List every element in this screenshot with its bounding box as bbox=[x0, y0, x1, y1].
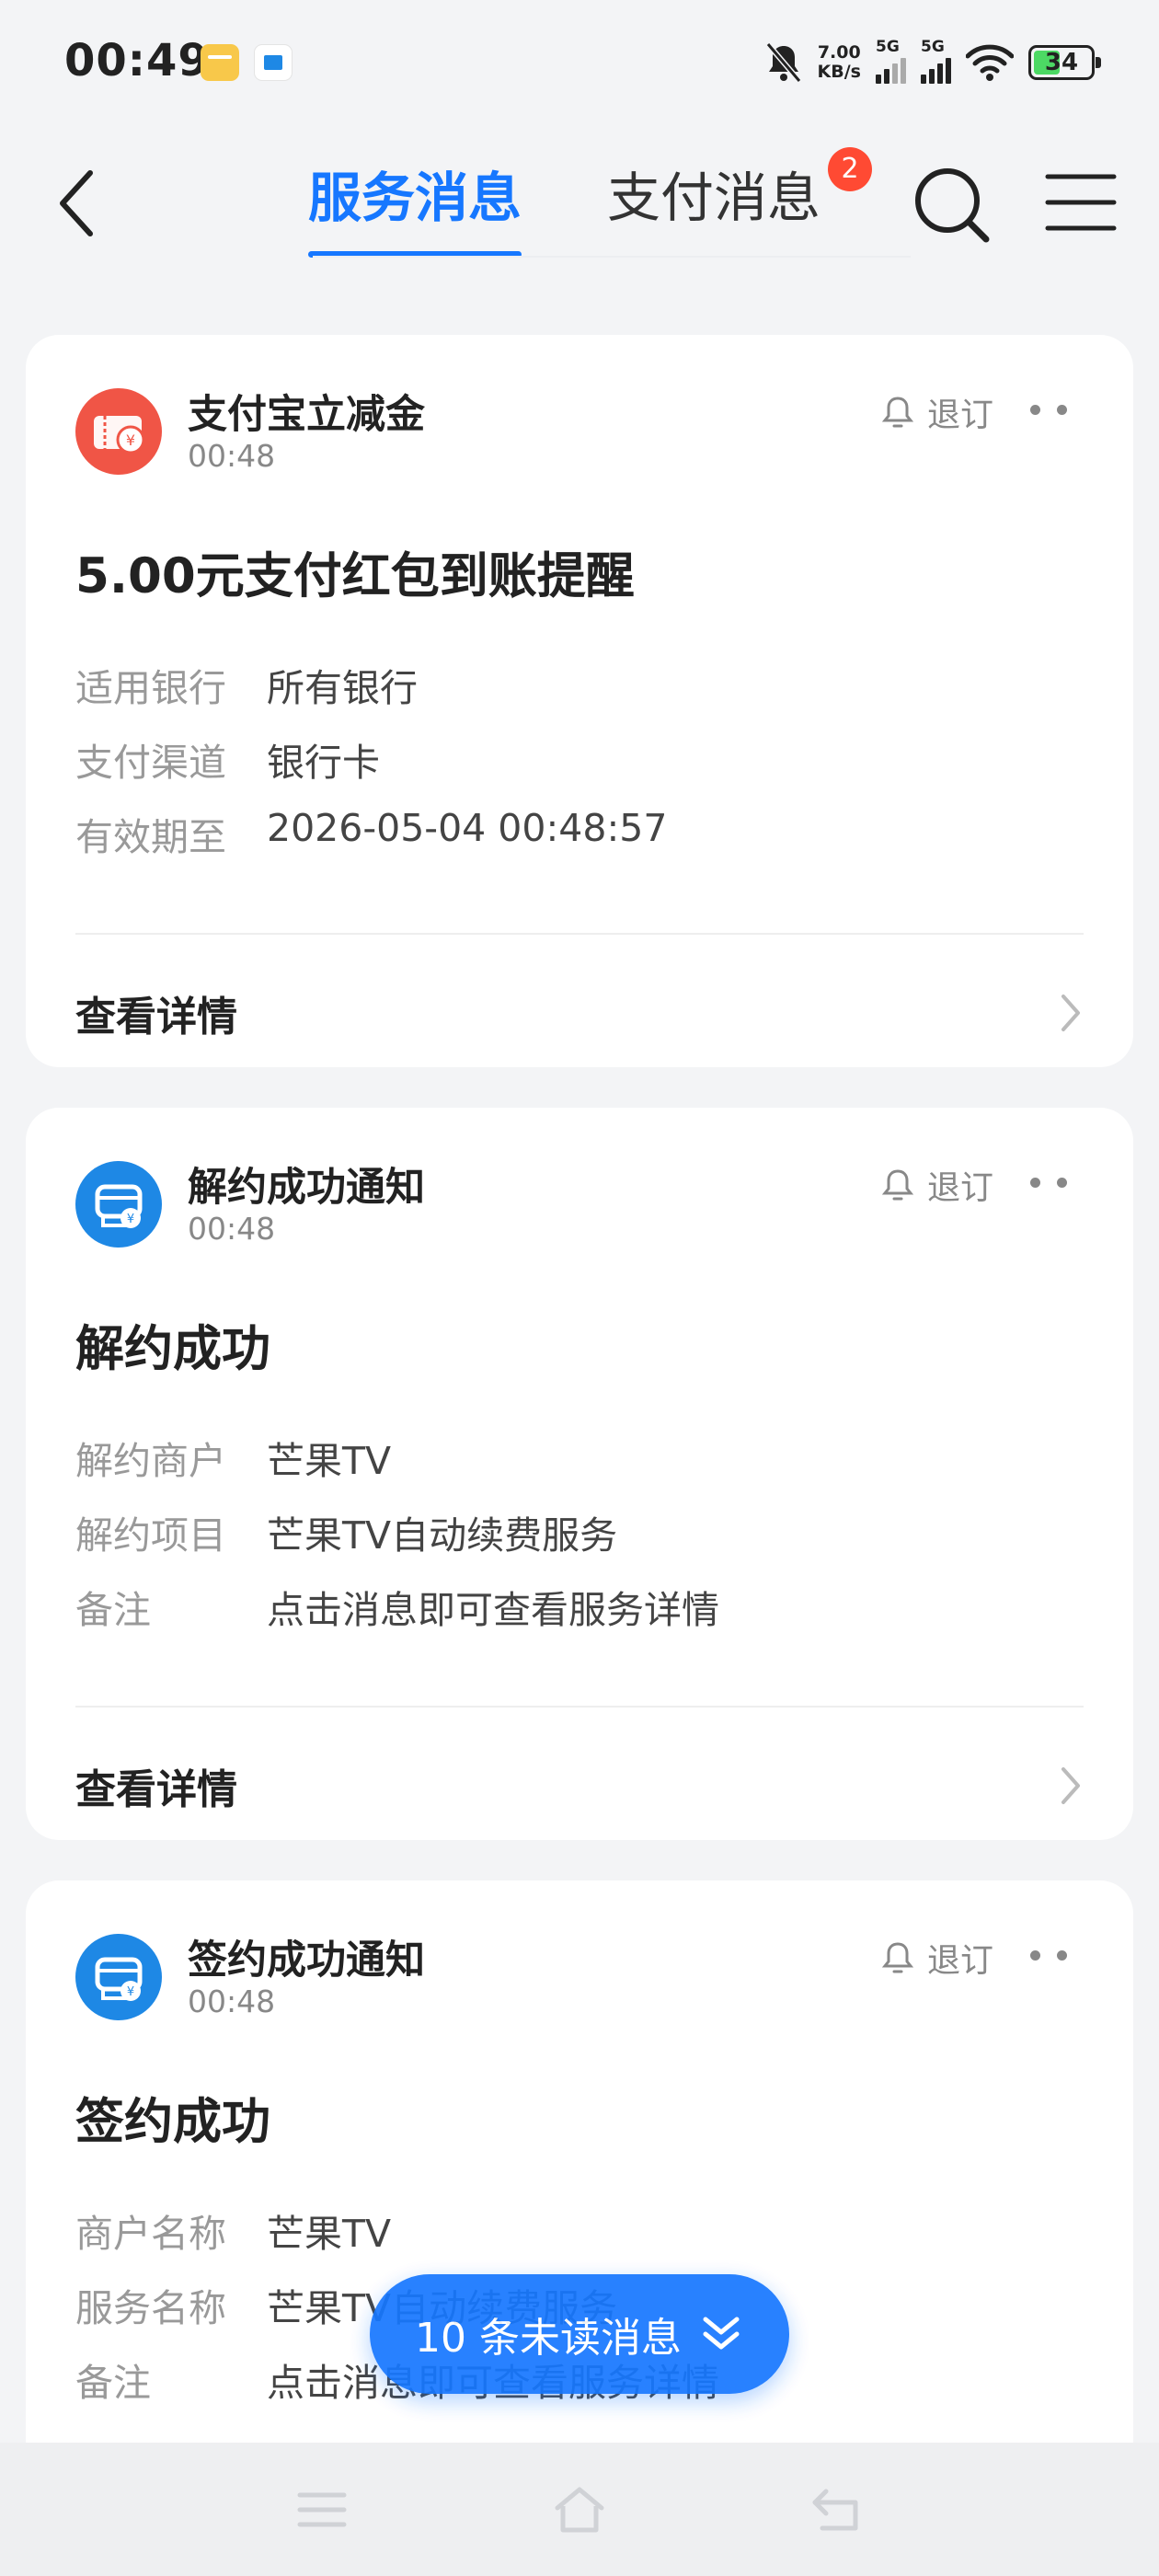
sender-name: 解约成功通知 bbox=[188, 1165, 425, 1211]
contract-avatar-icon: ¥ bbox=[75, 1934, 162, 2020]
header: 服务消息 支付消息 2 bbox=[0, 147, 1159, 267]
card-divider bbox=[75, 1706, 1084, 1708]
payment-unread-badge: 2 bbox=[828, 147, 872, 191]
message-details: 解约商户 芒果TV 解约项目 芒果TV自动续费服务 备注 点击消息即可查看服务详… bbox=[75, 1430, 719, 1653]
tab-payment-label: 支付消息 bbox=[607, 167, 821, 229]
network-speed-unit: KB/s bbox=[817, 62, 861, 82]
detail-key: 备注 bbox=[75, 1588, 151, 1632]
tab-payment-messages[interactable]: 支付消息 bbox=[607, 156, 820, 258]
unsubscribe-button[interactable]: 退订 bbox=[881, 1934, 993, 1982]
detail-row: 解约商户 芒果TV bbox=[75, 1430, 719, 1504]
back-nav-icon[interactable] bbox=[809, 2484, 865, 2536]
detail-value: 银行卡 bbox=[267, 741, 380, 785]
detail-value: 所有银行 bbox=[267, 666, 418, 710]
detail-value: 2026-05-04 00:48:57 bbox=[267, 806, 668, 850]
status-time: 00:49 bbox=[64, 35, 210, 86]
svg-text:¥: ¥ bbox=[126, 431, 135, 449]
detail-row: 有效期至 2026-05-04 00:48:57 bbox=[75, 806, 667, 880]
detail-key: 商户名称 bbox=[75, 2212, 226, 2256]
coupon-avatar-icon: ¥ bbox=[75, 388, 162, 475]
message-card[interactable]: ¥ 解约成功通知 00:48 退订 解约成功 解约商户 芒果TV 解约项目 芒果… bbox=[26, 1108, 1133, 1840]
message-time: 00:48 bbox=[188, 1984, 276, 2019]
search-icon[interactable] bbox=[911, 160, 993, 248]
svg-text:¥: ¥ bbox=[127, 1213, 134, 1226]
more-options-icon[interactable] bbox=[1030, 1943, 1067, 1967]
detail-row: 解约项目 芒果TV自动续费服务 bbox=[75, 1504, 719, 1579]
chevron-right-icon bbox=[1061, 995, 1080, 1031]
unread-messages-button[interactable]: 10 条未读消息 bbox=[370, 2274, 789, 2394]
unsubscribe-label: 退订 bbox=[927, 1942, 994, 1980]
signal-sim2-icon: 5G bbox=[921, 38, 951, 84]
detail-key: 支付渠道 bbox=[75, 741, 226, 785]
back-arrow-icon[interactable] bbox=[46, 162, 110, 245]
view-details-label: 查看详情 bbox=[75, 1766, 237, 1813]
chevron-right-icon bbox=[1061, 1767, 1080, 1804]
message-title: 5.00元支付红包到账提醒 bbox=[75, 548, 635, 604]
sender-name: 签约成功通知 bbox=[188, 1938, 425, 1984]
double-chevron-down-icon bbox=[703, 2317, 740, 2350]
signal-sim1-icon: 5G bbox=[876, 38, 906, 84]
unsubscribe-label: 退订 bbox=[927, 1169, 994, 1207]
contract-avatar-icon: ¥ bbox=[75, 1161, 162, 1248]
app-notification-icon bbox=[254, 44, 293, 81]
detail-value: 芒果TV bbox=[267, 1439, 392, 1483]
status-bar: 00:49 7.00 KB/s 5G 5G 34 bbox=[0, 0, 1159, 120]
detail-key: 解约商户 bbox=[75, 1439, 226, 1483]
bell-icon bbox=[881, 1942, 914, 1973]
sim2-label: 5G bbox=[921, 38, 945, 56]
more-options-icon[interactable] bbox=[1030, 397, 1067, 421]
detail-value: 芒果TV自动续费服务 bbox=[267, 1513, 618, 1558]
detail-key: 服务名称 bbox=[75, 2286, 226, 2330]
unsubscribe-label: 退订 bbox=[927, 397, 994, 434]
message-details: 适用银行 所有银行 支付渠道 银行卡 有效期至 2026-05-04 00:48… bbox=[75, 657, 667, 880]
detail-value: 点击消息即可查看服务详情 bbox=[267, 1588, 719, 1632]
detail-row: 备注 点击消息即可查看服务详情 bbox=[75, 1579, 719, 1653]
unread-messages-label: 10 条未读消息 bbox=[415, 2315, 682, 2362]
menu-icon[interactable] bbox=[1044, 166, 1118, 239]
message-card[interactable]: ¥ 签约成功通知 00:48 退订 签约成功 商户名称 芒果TV 服务名称 芒果… bbox=[26, 1880, 1133, 2488]
message-time: 00:48 bbox=[188, 1211, 276, 1247]
message-title: 签约成功 bbox=[75, 2094, 270, 2150]
system-navigation-bar bbox=[0, 2443, 1159, 2576]
home-icon[interactable] bbox=[552, 2484, 607, 2536]
unsubscribe-button[interactable]: 退订 bbox=[881, 1161, 993, 1209]
card-divider bbox=[75, 933, 1084, 935]
detail-key: 适用银行 bbox=[75, 666, 226, 710]
battery-level: 34 bbox=[1044, 49, 1079, 76]
wifi-icon bbox=[966, 44, 1014, 81]
svg-text:¥: ¥ bbox=[127, 1985, 134, 1999]
unsubscribe-button[interactable]: 退订 bbox=[881, 388, 993, 436]
detail-key: 备注 bbox=[75, 2361, 151, 2405]
mute-bell-icon bbox=[765, 42, 801, 83]
more-options-icon[interactable] bbox=[1030, 1170, 1067, 1194]
detail-value: 芒果TV bbox=[267, 2212, 392, 2256]
status-indicators: 7.00 KB/s 5G 5G 34 bbox=[764, 37, 1101, 88]
detail-row: 适用银行 所有银行 bbox=[75, 657, 667, 731]
battery-icon: 34 bbox=[1028, 45, 1101, 80]
sim1-label: 5G bbox=[876, 38, 900, 56]
detail-row: 商户名称 芒果TV bbox=[75, 2202, 719, 2277]
message-title: 解约成功 bbox=[75, 1321, 270, 1377]
notes-app-icon bbox=[201, 44, 239, 81]
detail-key: 解约项目 bbox=[75, 1513, 226, 1558]
tab-service-messages[interactable]: 服务消息 bbox=[308, 156, 522, 258]
view-details-link[interactable]: 查看详情 bbox=[75, 1752, 1084, 1820]
message-card[interactable]: ¥ 支付宝立减金 00:48 退订 5.00元支付红包到账提醒 适用银行 所有银… bbox=[26, 335, 1133, 1067]
recent-apps-icon[interactable] bbox=[294, 2484, 350, 2536]
network-speed-value: 7.00 bbox=[817, 42, 861, 63]
view-details-link[interactable]: 查看详情 bbox=[75, 979, 1084, 1047]
tab-service-label: 服务消息 bbox=[308, 167, 522, 229]
bell-icon bbox=[881, 1169, 914, 1201]
detail-key: 有效期至 bbox=[75, 815, 226, 859]
sender-name: 支付宝立减金 bbox=[188, 392, 425, 438]
view-details-label: 查看详情 bbox=[75, 994, 237, 1041]
detail-row: 支付渠道 银行卡 bbox=[75, 731, 667, 806]
message-time: 00:48 bbox=[188, 438, 276, 474]
network-speed: 7.00 KB/s bbox=[818, 43, 861, 82]
tab-divider bbox=[313, 256, 911, 258]
bell-icon bbox=[881, 397, 914, 428]
